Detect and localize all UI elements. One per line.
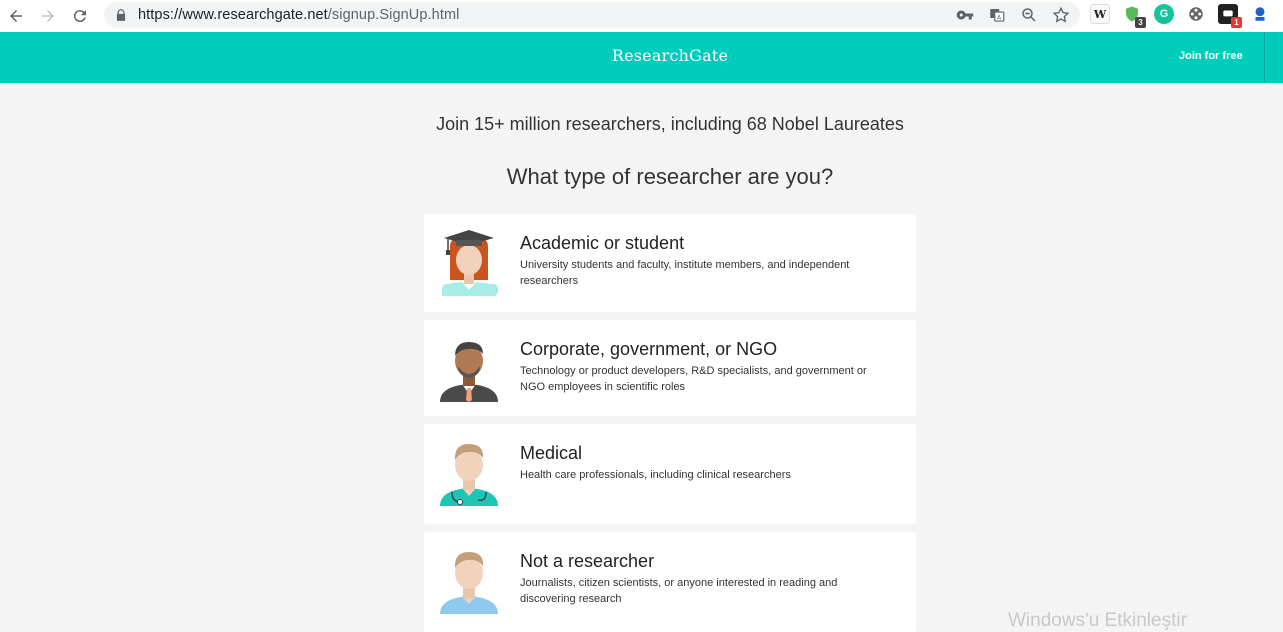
lock-icon [116,9,126,21]
option-description: Technology or product developers, R&D sp… [520,365,867,393]
key-icon[interactable] [956,6,974,24]
option-academic-card[interactable]: Academic or student University students … [424,214,916,312]
zoom-icon[interactable] [1020,6,1038,24]
wikipedia-extension-icon[interactable]: W [1090,4,1110,24]
option-title: Medical [520,443,583,463]
signup-subtitle: Join 15+ million researchers, including … [436,114,904,134]
film-reel-extension-icon[interactable] [1186,4,1206,24]
option-title: Not a researcher [520,551,655,571]
option-description: Journalists, citizen scientists, or anyo… [520,577,838,605]
shield-extension-icon[interactable]: 3 [1122,4,1146,28]
option-not-researcher-card[interactable]: Not a researcher Journalists, citizen sc… [424,532,916,632]
option-description: Health care professionals, including cli… [520,469,791,481]
back-icon[interactable] [0,0,32,32]
forward-icon[interactable] [32,0,64,32]
option-corporate-card[interactable]: Corporate, government, or NGO Technology… [424,320,916,416]
account-extension-icon[interactable] [1250,4,1270,24]
notification-extension-icon[interactable]: 1 [1218,4,1242,28]
bookmark-star-icon[interactable] [1052,6,1070,24]
reload-icon[interactable] [64,0,96,32]
academic-avatar-icon [442,230,498,296]
address-bar[interactable]: https://www.researchgate.net/signup.Sign… [104,2,1080,28]
corporate-avatar-icon [440,342,498,402]
translate-icon[interactable]: A [988,6,1006,24]
medical-avatar-icon [440,444,498,506]
windows-activation-watermark: Windows'u Etkinleştir [1008,610,1187,631]
browser-toolbar: https://www.researchgate.net/signup.Sign… [0,0,1283,32]
header-divider [1264,32,1265,83]
researcher-type-question: What type of researcher are you? [506,164,834,189]
option-medical-card[interactable]: Medical Health care professionals, inclu… [424,424,916,524]
site-header: ResearchGate Join for free [0,32,1283,83]
researchgate-logo[interactable]: ResearchGate [0,46,1283,65]
url-text: https://www.researchgate.net/signup.Sign… [138,7,460,23]
option-description: University students and faculty, institu… [520,259,850,287]
not-researcher-avatar-icon [440,552,498,614]
option-title: Academic or student [520,233,685,253]
join-for-free-link[interactable]: Join for free [1179,50,1243,62]
option-title: Corporate, government, or NGO [520,339,778,359]
grammarly-extension-icon[interactable]: G [1154,4,1174,24]
